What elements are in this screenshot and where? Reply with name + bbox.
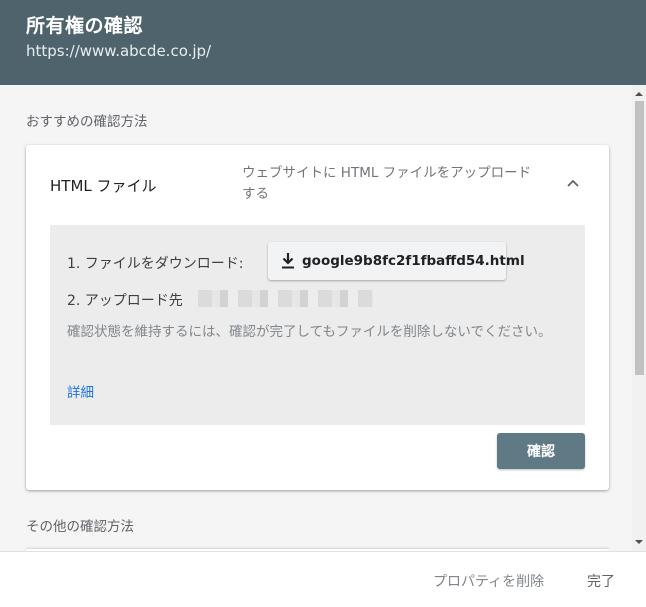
verify-button[interactable]: 確認 [497, 433, 585, 469]
download-icon [282, 253, 294, 269]
details-link[interactable]: 詳細 [67, 381, 94, 401]
keep-file-note: 確認状態を維持するには、確認が完了してもファイルを削除しないでください。 [67, 324, 552, 340]
property-url: https://www.abcde.co.jp/ [26, 42, 212, 60]
dialog-header: 所有権の確認 https://www.abcde.co.jp/ [0, 0, 646, 85]
chevron-up-icon[interactable] [564, 175, 582, 193]
content-scrollbar[interactable] [632, 85, 646, 551]
done-button[interactable]: 完了 [587, 571, 615, 591]
dialog-title: 所有権の確認 [26, 15, 144, 37]
scroll-down-arrow-icon[interactable] [632, 537, 646, 547]
step2-label: 2. アップロード先 [67, 293, 183, 309]
redacted-upload-path [198, 290, 373, 307]
html-file-method-card: HTML ファイル ウェブサイトに HTML ファイルをアップロードする 1. … [26, 145, 609, 490]
recommended-section-label: おすすめの確認方法 [26, 114, 148, 130]
download-file-button[interactable]: google9b8fc2f1fbaffd54.html [268, 242, 525, 280]
dialog-content: おすすめの確認方法 HTML ファイル ウェブサイトに HTML ファイルをアッ… [0, 85, 632, 551]
method-title[interactable]: HTML ファイル [50, 175, 157, 196]
delete-property-button[interactable]: プロパティを削除 [433, 571, 544, 591]
method-details-panel: 1. ファイルをダウンロード: google9b8fc2f1fbaffd54.h… [50, 225, 585, 425]
download-filename: google9b8fc2f1fbaffd54.html [302, 253, 525, 269]
method-description: ウェブサイトに HTML ファイルをアップロードする [242, 165, 532, 202]
step1-label: 1. ファイルをダウンロード: [67, 256, 244, 272]
dialog-footer: プロパティを削除 完了 [0, 551, 646, 607]
scrollbar-thumb[interactable] [635, 101, 644, 375]
scroll-up-arrow-icon[interactable] [632, 89, 646, 99]
other-methods-section-label: その他の確認方法 [26, 519, 134, 535]
